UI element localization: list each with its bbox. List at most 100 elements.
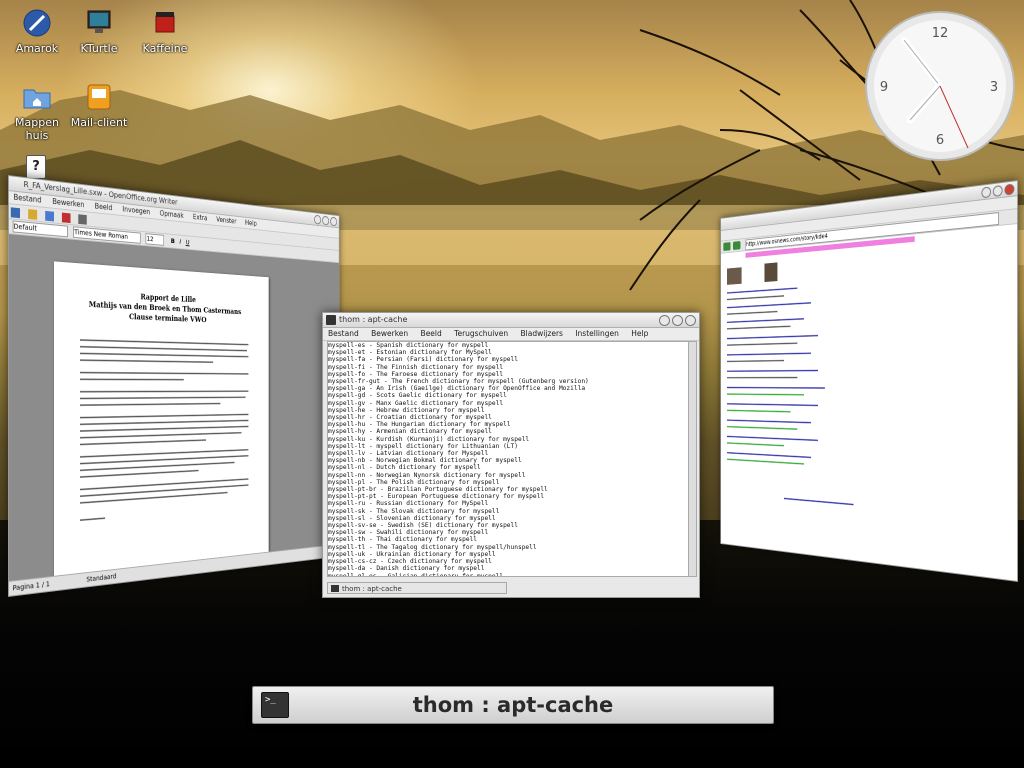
terminal-line: myspell-et - Estonian dictionary for MyS… (328, 349, 492, 357)
maximize-button[interactable] (992, 184, 1003, 197)
save-icon[interactable] (45, 210, 55, 222)
terminal-line: myspell-nb - Norwegian Bokmal dictionary… (328, 457, 522, 465)
terminal-line: myspell-sl - Slovenian dictionary for my… (328, 514, 496, 522)
desktop-icon-label: Mappen huis (15, 116, 59, 142)
desktop-icon-kaffeine[interactable]: Kaffeine (130, 8, 200, 55)
forward-icon[interactable] (733, 241, 741, 251)
terminal-menubar: Bestand Bewerken Beeld Terugschuiven Bla… (323, 328, 699, 341)
close-button[interactable] (330, 216, 337, 227)
browser-window[interactable]: http://www.osnews.com/story/kde4 (720, 180, 1018, 582)
folder-home-icon (20, 82, 54, 112)
desktop-icon-home-folder[interactable]: Mappen huis (2, 82, 72, 142)
terminal-scrollbar[interactable] (688, 341, 697, 577)
italic-icon[interactable]: I (179, 238, 181, 245)
kturtle-icon (82, 8, 116, 38)
maximize-button[interactable] (322, 215, 330, 226)
terminal-line: myspell-fi - The Finnish dictionary for … (328, 363, 504, 371)
amarok-icon (20, 8, 54, 38)
desktop-icon-kturtle[interactable]: KTurtle (64, 8, 134, 55)
clock-numeral-12: 12 (932, 26, 949, 41)
menu-item[interactable]: Bestand (328, 329, 359, 338)
terminal-line: myspell-tl - The Tagalog dictionary for … (328, 543, 537, 551)
maximize-button[interactable] (672, 315, 683, 326)
pdf-icon[interactable] (62, 212, 71, 224)
minimize-button[interactable] (659, 315, 670, 326)
terminal-line: myspell-ga - An Irish (Gaeilge) dictiona… (328, 385, 586, 393)
kaffeine-icon (148, 8, 182, 38)
menu-item[interactable]: Extra (193, 213, 208, 223)
desktop-icon-label: Kaffeine (142, 42, 188, 55)
terminal-line: myspell-fa - Persian (Farsi) dictionary … (328, 356, 518, 364)
terminal-session-tab[interactable]: thom : apt-cache (327, 582, 507, 594)
webpage-content (721, 262, 1017, 563)
terminal-line: myspell-hy - Armenian dictionary for mys… (328, 428, 492, 436)
minimize-button[interactable] (314, 214, 321, 225)
menu-item[interactable]: Terugschuiven (454, 329, 508, 338)
terminal-output[interactable]: myspell-es - Spanish dictionary for mysp… (327, 341, 689, 577)
close-button[interactable] (685, 315, 696, 326)
mail-client-icon (82, 82, 116, 112)
document-page[interactable]: Rapport de Lille Mathijs van den Broek e… (54, 261, 269, 583)
writer-window[interactable]: R_FA_Verslag_Lille.sxw - OpenOffice.org … (8, 175, 340, 597)
switcher-caption-text: thom : apt-cache (412, 693, 614, 717)
menu-item[interactable]: Bladwijzers (521, 329, 563, 338)
terminal-line: myspell-fo - The Faroese dictionary for … (328, 370, 504, 378)
status-style: Standaard (86, 572, 117, 584)
terminal-icon (326, 315, 336, 325)
terminal-line: myspell-hr - Croatian dictionary for mys… (328, 414, 492, 422)
analog-clock-widget: 12 3 6 9 (865, 11, 1015, 161)
terminal-line: myspell-cs-cz - Czech dictionary for mys… (328, 558, 492, 566)
terminal-line: myspell-ru - Russian dictionary for MySp… (328, 500, 489, 508)
menu-item[interactable]: Opmaak (160, 209, 184, 220)
terminal-line: myspell-he - Hebrew dictionary for myspe… (328, 406, 485, 414)
new-document-icon[interactable] (10, 207, 20, 219)
terminal-line: myspell-pl - The Polish dictionary for m… (328, 478, 500, 486)
terminal-line: myspell-lv - Latvian dictionary for Mysp… (328, 450, 489, 458)
terminal-titlebar[interactable]: thom : apt-cache (323, 313, 699, 328)
window-switcher-caption: >_ thom : apt-cache (252, 686, 774, 724)
menu-item[interactable]: Help (245, 219, 257, 228)
underline-icon[interactable]: U (186, 239, 190, 247)
terminal-tab-label: thom : apt-cache (342, 585, 402, 593)
document-heading: Rapport de Lille Mathijs van den Broek e… (54, 287, 269, 328)
desktop-icon-amarok[interactable]: Amarok (2, 8, 72, 55)
menu-item[interactable]: Beeld (421, 329, 442, 338)
menu-item[interactable]: Bewerken (371, 329, 408, 338)
document-text-lines (54, 330, 269, 564)
font-size-box[interactable]: 12 (145, 233, 165, 246)
terminal-line: myspell-da - Danish dictionary for myspe… (328, 565, 485, 573)
print-icon[interactable] (78, 214, 88, 225)
clock-numeral-3: 3 (990, 80, 998, 95)
terminal-window[interactable]: thom : apt-cache Bestand Bewerken Beeld … (322, 312, 700, 598)
back-icon[interactable] (723, 242, 731, 251)
minimize-button[interactable] (981, 186, 992, 199)
terminal-line: myspell-sw - Swahili dictionary for mysp… (328, 529, 489, 537)
terminal-line: myspell-gv - Manx Gaelic dictionary for … (328, 399, 504, 407)
menu-item[interactable]: Beeld (95, 202, 113, 212)
menu-item[interactable]: Bestand (14, 193, 42, 205)
bold-icon[interactable]: B (171, 237, 175, 245)
help-question-icon[interactable]: ? (26, 155, 46, 179)
terminal-line: myspell-th - Thai dictionary for myspell (328, 536, 478, 544)
writer-canvas: Rapport de Lille Mathijs van den Broek e… (8, 234, 339, 583)
clock-numeral-6: 6 (936, 133, 944, 148)
terminal-line: myspell-nl - Dutch dictionary for myspel… (328, 464, 481, 472)
open-folder-icon[interactable] (28, 209, 38, 220)
terminal-line: myspell-es - Spanish dictionary for mysp… (328, 342, 489, 349)
terminal-line: myspell-lt - myspell dictionary for Lith… (328, 442, 518, 450)
terminal-icon (331, 585, 339, 592)
terminal-line: myspell-hu - The Hungarian dictionary fo… (328, 421, 511, 429)
close-button[interactable] (1004, 183, 1015, 196)
terminal-line: myspell-pt-br - Brazilian Portuguese dic… (328, 486, 548, 494)
status-page: Pagina 1 / 1 (12, 580, 50, 593)
menu-item[interactable]: Instellingen (575, 329, 619, 338)
menu-item[interactable]: Help (631, 329, 648, 338)
clock-numeral-9: 9 (880, 80, 888, 95)
menu-item[interactable]: Venster (216, 215, 236, 225)
desktop-icon-mail-client[interactable]: Mail-client (64, 82, 134, 129)
terminal-line: myspell-ku - Kurdish (Kurmanji) dictiona… (328, 435, 530, 443)
terminal-line: myspell-fr-gut - The French dictionary f… (328, 378, 589, 386)
terminal-line: myspell-gl-es - Galician dictionary for … (328, 572, 504, 577)
terminal-line: myspell-nn - Norwegian Nynorsk dictionar… (328, 471, 526, 479)
terminal-title: thom : apt-cache (339, 315, 408, 324)
